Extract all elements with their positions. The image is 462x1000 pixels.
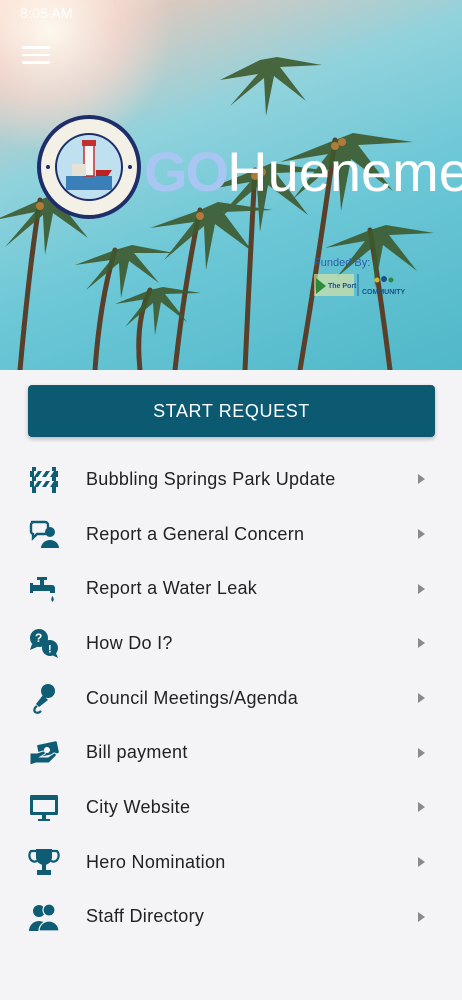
menu-item-bill-payment[interactable]: Bill payment xyxy=(0,725,462,780)
menu-item-hero-nomination[interactable]: Hero Nomination xyxy=(0,835,462,890)
trophy-icon xyxy=(28,849,60,876)
svg-text:?: ? xyxy=(35,631,42,645)
menu-item-label: City Website xyxy=(86,796,191,817)
menu-item-city-website[interactable]: City Website xyxy=(0,780,462,835)
chevron-right-icon xyxy=(418,802,425,813)
menu-item-label: Hero Nomination xyxy=(86,851,226,872)
chevron-right-icon xyxy=(418,911,425,922)
chevron-right-icon xyxy=(418,474,425,485)
question-bubbles-icon: ? ! xyxy=(30,629,58,659)
barricade-icon xyxy=(30,467,58,494)
menu-item-label: How Do I? xyxy=(86,632,173,653)
menu-item-label: Report a Water Leak xyxy=(86,578,258,599)
monitor-icon xyxy=(30,795,58,822)
start-request-button[interactable]: START REQUEST xyxy=(28,385,435,437)
chevron-right-icon xyxy=(418,693,425,704)
menu-item-water-leak[interactable]: Report a Water Leak xyxy=(0,561,462,616)
chevron-right-icon xyxy=(418,529,425,540)
app-brand: GOHueneme xyxy=(144,142,462,202)
menu-item-label: Staff Directory xyxy=(86,906,205,927)
status-time: 8:05 AM xyxy=(20,5,73,21)
chevron-right-icon xyxy=(418,747,425,758)
microphone-icon xyxy=(33,684,55,714)
menu-item-how-do-i[interactable]: ? ! How Do I? xyxy=(0,616,462,671)
menu-item-label: Council Meetings/Agenda xyxy=(86,687,299,708)
staff-group-icon xyxy=(29,903,60,932)
menu-item-label: Report a General Concern xyxy=(86,523,305,544)
menu-item-label: Bubbling Springs Park Update xyxy=(86,468,336,489)
chevron-right-icon xyxy=(418,583,425,594)
hand-money-icon xyxy=(29,741,59,766)
brand-go: GO xyxy=(144,140,229,203)
faucet-icon xyxy=(30,576,55,602)
hamburger-menu-icon[interactable] xyxy=(22,46,50,66)
menu-item-staff-directory[interactable]: Staff Directory xyxy=(0,890,462,945)
menu-item-general-concern[interactable]: Report a General Concern xyxy=(0,507,462,562)
menu-item-council-meetings[interactable]: Council Meetings/Agenda xyxy=(0,671,462,726)
funded-by-label: Funded By: xyxy=(314,257,371,269)
sponsor-logos: The Port COMMUNITY xyxy=(314,274,405,296)
menu-list: Bubbling Springs Park Update Report a Ge… xyxy=(0,452,462,944)
header-banner: 8:05 AM GOHueneme Funded By: The Port CO… xyxy=(0,0,462,370)
svg-text:!: ! xyxy=(48,644,52,656)
person-speech-icon xyxy=(29,520,59,549)
city-seal-logo xyxy=(37,115,141,219)
menu-item-park-update[interactable]: Bubbling Springs Park Update xyxy=(0,452,462,507)
brand-name: Hueneme xyxy=(227,140,462,203)
svg-text:The Port: The Port xyxy=(328,283,357,290)
menu-item-label: Bill payment xyxy=(86,742,188,763)
chevron-right-icon xyxy=(418,857,425,868)
chevron-right-icon xyxy=(418,638,425,649)
svg-text:COMMUNITY: COMMUNITY xyxy=(362,289,405,296)
